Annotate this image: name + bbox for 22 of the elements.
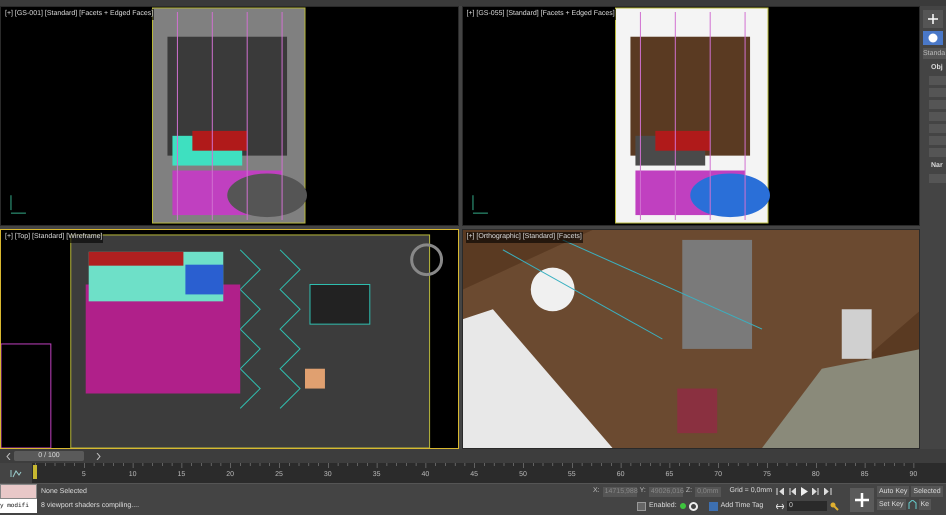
status-dot-icon	[680, 503, 686, 509]
add-key-button[interactable]	[850, 488, 874, 512]
next-frame-button[interactable]	[94, 452, 102, 460]
curve-editor-icon[interactable]	[10, 468, 22, 478]
create-tab[interactable]	[923, 10, 943, 28]
chevron-left-icon	[6, 452, 10, 460]
go-to-end-icon[interactable]	[824, 488, 832, 495]
current-frame-marker[interactable]	[33, 465, 37, 479]
key-icon[interactable]	[830, 502, 839, 510]
maxscript-field[interactable]	[0, 484, 37, 499]
plus-icon	[855, 492, 869, 506]
time-config-icon[interactable]	[776, 502, 784, 510]
play-icon[interactable]	[800, 487, 808, 496]
next-key-icon[interactable]	[812, 488, 820, 495]
previous-frame-button[interactable]	[4, 452, 12, 460]
plus-icon	[928, 14, 938, 24]
geometry-tab[interactable]	[923, 31, 943, 45]
go-to-start-icon[interactable]	[776, 488, 784, 495]
sphere-icon	[928, 33, 938, 43]
chevron-right-icon	[96, 452, 100, 460]
ring-icon[interactable]	[688, 502, 698, 510]
previous-key-icon[interactable]	[788, 488, 796, 495]
